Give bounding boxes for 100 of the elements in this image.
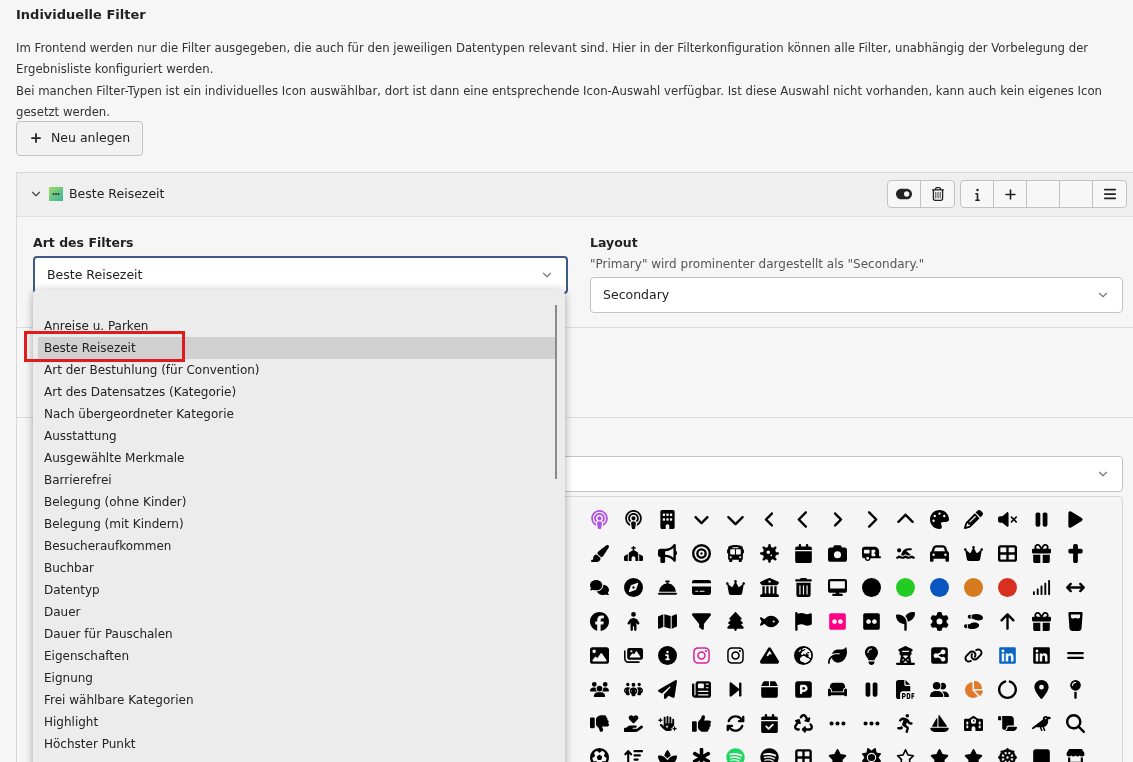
virus-icon[interactable] xyxy=(759,543,779,563)
credit-card-icon[interactable] xyxy=(691,577,711,597)
dropdown-option[interactable]: Barrierefrei xyxy=(38,468,556,491)
target-icon[interactable] xyxy=(691,543,711,563)
pencil-icon[interactable] xyxy=(963,509,983,529)
pie-icon[interactable] xyxy=(963,679,983,699)
star-icon[interactable] xyxy=(827,747,847,762)
monitor-icon[interactable] xyxy=(827,577,847,597)
trash-icon[interactable] xyxy=(793,577,813,597)
refresh-icon[interactable] xyxy=(725,713,745,733)
circle-icon[interactable] xyxy=(929,577,949,597)
thumbs-up-icon[interactable] xyxy=(691,713,711,733)
dropdown-option[interactable]: Belegung (mit Kindern) xyxy=(38,512,556,535)
dropdown-option[interactable]: Frei wählbare Kategorien xyxy=(38,688,556,711)
flag-icon[interactable] xyxy=(793,611,813,631)
arrow-up-icon[interactable] xyxy=(997,611,1017,631)
dropdown-option[interactable]: Dauer xyxy=(38,600,556,623)
gift-icon[interactable] xyxy=(1031,611,1051,631)
images-icon[interactable] xyxy=(623,645,643,665)
crown-icon[interactable] xyxy=(725,577,745,597)
podcast-icon[interactable] xyxy=(623,509,643,529)
leaf-icon[interactable] xyxy=(827,645,847,665)
info-icon[interactable] xyxy=(657,645,677,665)
paper-plane-icon[interactable] xyxy=(657,679,677,699)
store-icon[interactable] xyxy=(1065,747,1085,762)
mute-icon[interactable] xyxy=(997,509,1017,529)
church-icon[interactable] xyxy=(623,543,643,563)
facebook-icon[interactable] xyxy=(589,611,609,631)
wheel-icon[interactable] xyxy=(997,747,1017,762)
bank-icon[interactable] xyxy=(759,577,779,597)
circle-icon[interactable] xyxy=(861,577,881,597)
car-icon[interactable] xyxy=(929,543,949,563)
flickr-icon[interactable] xyxy=(861,611,881,631)
dropdown-option[interactable]: Beste Reisezeit xyxy=(38,336,556,359)
grid-icon[interactable] xyxy=(997,543,1017,563)
star-icon[interactable] xyxy=(929,747,949,762)
glass-icon[interactable] xyxy=(1065,611,1085,631)
dropdown-option[interactable]: Art des Datensatzes (Kategorie) xyxy=(38,380,556,403)
dropdown-option[interactable]: Belegung (ohne Kinder) xyxy=(38,490,556,513)
filter-type-select[interactable]: Beste Reisezeit xyxy=(33,256,568,295)
palette-icon[interactable] xyxy=(929,509,949,529)
linkedin-icon[interactable] xyxy=(1031,645,1051,665)
tower-icon[interactable] xyxy=(895,645,915,665)
dropdown-option[interactable]: Art der Bestuhlung (für Convention) xyxy=(38,358,556,381)
dropdown-option[interactable]: Höchster Punkt xyxy=(38,732,556,755)
gift-icon[interactable] xyxy=(1031,543,1051,563)
star-outline-icon[interactable] xyxy=(895,747,915,762)
filter-icon[interactable] xyxy=(691,611,711,631)
footprints-icon[interactable] xyxy=(963,611,983,631)
camera-icon[interactable] xyxy=(827,543,847,563)
crown-icon[interactable] xyxy=(963,543,983,563)
pdf-icon[interactable] xyxy=(895,679,915,699)
star-icon[interactable] xyxy=(963,747,983,762)
scroll-icon[interactable] xyxy=(997,713,1017,733)
hand-icon[interactable] xyxy=(657,713,677,733)
dropdown-option[interactable]: Highlight xyxy=(38,710,556,733)
location-icon[interactable] xyxy=(1031,679,1051,699)
cross-icon[interactable] xyxy=(1065,543,1085,563)
scrollbar[interactable] xyxy=(555,304,557,479)
sort-icon[interactable] xyxy=(623,747,643,762)
dropdown-option[interactable]: Eigenschaften xyxy=(38,644,556,667)
box-icon[interactable] xyxy=(759,679,779,699)
calendar-icon[interactable] xyxy=(793,543,813,563)
building-icon[interactable] xyxy=(657,509,677,529)
newspaper-icon[interactable] xyxy=(691,679,711,699)
dropdown-option[interactable]: Datentyp xyxy=(38,578,556,601)
dropdown-option[interactable]: Nach übergeordneter Kategorie xyxy=(38,402,556,425)
compass-icon[interactable] xyxy=(623,577,643,597)
calendar-check-icon[interactable] xyxy=(759,713,779,733)
dropdown-option[interactable]: Ausgewählte Merkmale xyxy=(38,446,556,469)
comments-icon[interactable] xyxy=(589,577,609,597)
users-icon[interactable] xyxy=(589,679,609,699)
squares-icon[interactable] xyxy=(793,747,813,762)
hand-icon[interactable] xyxy=(623,713,643,733)
share-icon[interactable] xyxy=(929,645,949,665)
mountain-icon[interactable] xyxy=(759,645,779,665)
dropdown-option[interactable]: Ausstattung xyxy=(38,424,556,447)
megaphone-icon[interactable] xyxy=(657,543,677,563)
dropdown-option[interactable]: Dauer für Pauschalen xyxy=(38,622,556,645)
bell-icon[interactable] xyxy=(657,577,677,597)
play-icon[interactable] xyxy=(1065,509,1085,529)
new-button[interactable]: Neu anlegen xyxy=(16,120,144,156)
dropdown-option[interactable]: Eignung xyxy=(38,666,556,689)
instagram-icon[interactable] xyxy=(725,645,745,665)
globe-icon[interactable] xyxy=(793,645,813,665)
settings-icon[interactable] xyxy=(929,611,949,631)
layout-select[interactable]: Secondary xyxy=(590,277,1123,314)
football-icon[interactable] xyxy=(589,747,609,762)
bird-icon[interactable] xyxy=(1031,713,1051,733)
dropdown-option[interactable]: Anreise u. Parken xyxy=(38,314,556,337)
search-icon[interactable] xyxy=(1065,713,1085,733)
map-icon[interactable] xyxy=(657,611,677,631)
users-icon[interactable] xyxy=(929,679,949,699)
paintbrush-icon[interactable] xyxy=(589,543,609,563)
runner-icon[interactable] xyxy=(895,713,915,733)
lotus-icon[interactable] xyxy=(657,747,677,762)
image-icon[interactable] xyxy=(589,645,609,665)
dropdown-option[interactable]: Buchbar xyxy=(38,556,556,579)
sailboat-icon[interactable] xyxy=(929,713,949,733)
thumbs-down-icon[interactable] xyxy=(589,713,609,733)
